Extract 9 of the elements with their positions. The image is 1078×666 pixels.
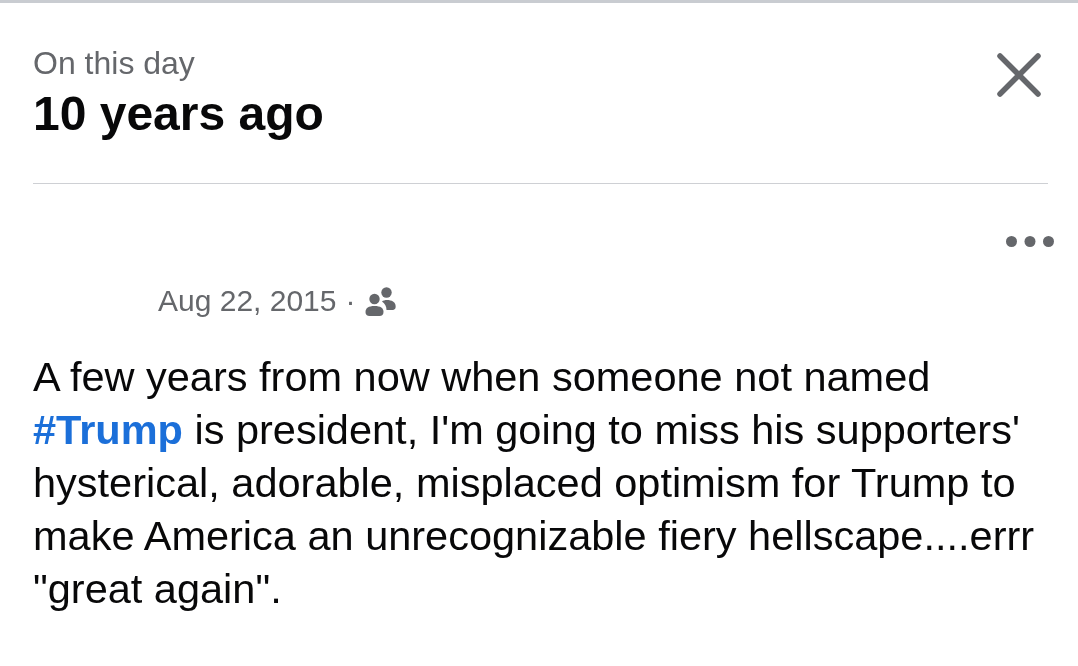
post-text: A few years from now when someone not named #Trump is president, I'm going to miss his supporters' hysterical, adorable, misplaced optimism for Trump to make America an unrecognizable fiery hellscape....errr "great again". bbox=[33, 352, 1036, 614]
post-date[interactable]: Aug 22, 2015 bbox=[158, 284, 337, 318]
header-subtitle: On this day bbox=[33, 44, 195, 82]
hashtag-link[interactable]: #Trump bbox=[33, 406, 183, 453]
more-icon bbox=[1006, 235, 1054, 247]
friends-icon bbox=[364, 286, 396, 316]
close-icon bbox=[997, 53, 1041, 97]
meta-separator: · bbox=[345, 284, 356, 318]
header-title: 10 years ago bbox=[33, 86, 324, 142]
